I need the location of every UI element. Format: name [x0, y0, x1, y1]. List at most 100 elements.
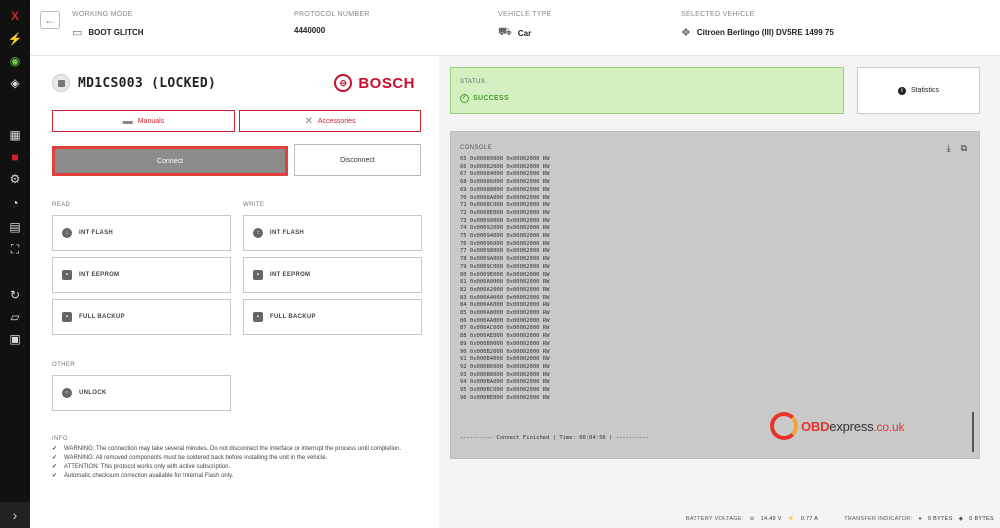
console-line: 69 0x00088000 0x00002000 RW: [460, 186, 550, 193]
chip-icon[interactable]: ■: [7, 150, 23, 164]
usb-icon[interactable]: ⚡: [7, 32, 23, 46]
console-line: 92 0x000B6000 0x00002000 RW: [460, 363, 550, 370]
unlock-button[interactable]: ○ UNLOCK: [52, 375, 231, 411]
console-line: 74 0x00092000 0x00002000 RW: [460, 225, 550, 232]
write-full-backup-label: FULL BACKUP: [270, 314, 316, 320]
protocol-value: 4440000: [294, 26, 326, 35]
status-box: STATUS ✓ SUCCESS: [450, 67, 844, 114]
console-line: 95 0x000BC000 0x00002000 RW: [460, 387, 550, 394]
info-item: ✓ ATTENTION: This protocol works only wit…: [52, 464, 231, 470]
console-line: 89 0x000B0000 0x00002000 RW: [460, 340, 550, 347]
working-mode-value: BOOT GLITCH: [88, 28, 144, 37]
console-line: 83 0x000A4000 0x00002000 RW: [460, 294, 550, 301]
back-button[interactable]: ←: [40, 11, 60, 29]
success-check-icon: ✓: [460, 94, 469, 103]
working-mode: WORKING MODE ▭ BOOT GLITCH: [72, 11, 144, 39]
info-icon: i: [897, 86, 906, 95]
read-int-eeprom-button[interactable]: ▪ INT EEPROM: [52, 257, 231, 293]
upload-arrow-icon: ●: [918, 516, 922, 522]
current-value: 0.77 A: [800, 516, 819, 522]
gauge-icon[interactable]: ◔: [7, 196, 23, 210]
popout-icon[interactable]: ⧉: [961, 143, 967, 154]
console-line: 78 0x0009A000 0x00002000 RW: [460, 256, 550, 263]
working-mode-label: WORKING MODE: [72, 11, 133, 18]
console-line: 73 0x00090000 0x00002000 RW: [460, 217, 550, 224]
console-line: 77 0x00098000 0x00002000 RW: [460, 248, 550, 255]
check-icon: ✓: [52, 455, 58, 461]
file-icon[interactable]: ▤: [7, 220, 23, 234]
write-full-backup-button[interactable]: ▪ FULL BACKUP: [243, 299, 422, 335]
read-int-flash-button[interactable]: ↓ INT FLASH: [52, 215, 231, 251]
expand-icon[interactable]: ⛶: [7, 242, 23, 256]
globe-icon[interactable]: ◉: [7, 54, 23, 68]
connect-button[interactable]: Connect: [52, 146, 288, 176]
transfer-up-value: 0 BYTES: [928, 516, 953, 522]
write-int-eeprom-button[interactable]: ▪ INT EEPROM: [243, 257, 422, 293]
check-icon: ✓: [52, 446, 58, 452]
obdexpress-logo-icon: [770, 412, 798, 440]
download-log-icon[interactable]: ⤓: [947, 143, 951, 154]
console-line: 81 0x000A0000 0x00002000 RW: [460, 279, 550, 286]
console-line: 94 0x000BA000 0x00002000 RW: [460, 379, 550, 386]
write-int-eeprom-label: INT EEPROM: [270, 272, 311, 278]
console-line: 93 0x000B8000 0x00002000 RW: [460, 371, 550, 378]
status-label: STATUS: [460, 79, 486, 85]
cube-icon[interactable]: ◈: [7, 76, 23, 90]
accessories-label: Accessories: [317, 117, 356, 125]
transfer-down-value: 0 BYTES: [969, 516, 994, 522]
console-line: 82 0x000A2000 0x00002000 RW: [460, 286, 550, 293]
status-panel: STATUS ✓ SUCCESS i Statistics CONSOLE ⤓ …: [439, 56, 1000, 510]
sidebar-collapse-button[interactable]: ›: [0, 502, 30, 528]
ecu-chip-icon: [52, 74, 70, 92]
battery-voltage-label: BATTERY VOLTAGE:: [685, 516, 744, 522]
console-line: 86 0x000AA000 0x00002000 RW: [460, 317, 550, 324]
history-icon[interactable]: ↻: [7, 288, 23, 302]
battery-voltage-value: 14.49 V: [760, 516, 782, 522]
protocol-label: PROTOCOL NUMBER: [294, 11, 370, 18]
console-line: 96 0x000BE000 0x00002000 RW: [460, 394, 550, 401]
eeprom-icon: ▪: [62, 270, 72, 280]
map-icon[interactable]: ▱: [7, 310, 23, 324]
protocol-number: PROTOCOL NUMBER 4440000: [294, 11, 370, 35]
console-panel[interactable]: CONSOLE ⤓ ⧉ 65 0x00080000 0x00002000 RW 6…: [450, 131, 980, 459]
upload-icon: ↑: [253, 228, 263, 238]
transfer-indicator-label: TRANSFER INDICATOR:: [844, 516, 913, 522]
read-section-label: READ: [52, 202, 71, 208]
selected-vehicle-value: Citroen Berlingo (III) DV5RE 1499 75: [696, 28, 834, 37]
left-sidebar: X ⚡ ◉ ◈ ▦ ■ ⚙ ◔ ▤ ⛶ ↻ ▱ ▣ ›: [0, 0, 30, 528]
write-section-label: WRITE: [243, 202, 265, 208]
download-arrow-icon: ◆: [958, 516, 964, 522]
grid-icon[interactable]: ▦: [7, 128, 23, 142]
check-icon: ✓: [52, 464, 58, 470]
read-full-backup-button[interactable]: ▪ FULL BACKUP: [52, 299, 231, 335]
console-line: 65 0x00080000 0x00002000 RW: [460, 156, 550, 162]
console-line: 75 0x00094000 0x00002000 RW: [460, 233, 550, 240]
check-icon: ✓: [52, 473, 58, 479]
manuals-button[interactable]: ▬ Manuals: [52, 110, 235, 132]
read-int-eeprom-label: INT EEPROM: [79, 272, 120, 278]
app-logo[interactable]: X: [4, 4, 26, 24]
vehicle-type-label: VEHICLE TYPE: [498, 11, 552, 18]
backup-icon: ▪: [253, 312, 263, 322]
console-finish-line: ---------- Connect Finished ( Time: 00:0…: [460, 435, 649, 441]
disconnect-button[interactable]: Disconnect: [294, 144, 421, 176]
info-item: ✓ WARNING: The connection may take severa…: [52, 446, 402, 452]
console-scrollbar[interactable]: [972, 412, 974, 452]
ecu-panel: MD1CS003 (LOCKED) ⊖ BOSCH ▬ Manuals ✕ Ac…: [30, 56, 439, 528]
tools-icon: ✕: [304, 115, 313, 127]
calendar-icon[interactable]: ▣: [7, 332, 23, 346]
console-line: 90 0x000B2000 0x00002000 RW: [460, 348, 550, 355]
other-section-label: OTHER: [52, 362, 75, 368]
current-icon: ⚡: [787, 516, 795, 522]
brand-logo-icon: ❖: [681, 27, 691, 39]
console-line: 68 0x00086000 0x00002000 RW: [460, 179, 550, 186]
statistics-button[interactable]: i Statistics: [857, 67, 980, 114]
accessories-button[interactable]: ✕ Accessories: [239, 110, 421, 132]
write-int-flash-button[interactable]: ↑ INT FLASH: [243, 215, 422, 251]
gear-icon[interactable]: ⚙: [7, 172, 23, 186]
console-line: 80 0x0009E000 0x00002000 RW: [460, 271, 550, 278]
status-value: ✓ SUCCESS: [460, 94, 509, 103]
console-line: 85 0x000A8000 0x00002000 RW: [460, 310, 550, 317]
console-line: 67 0x00084000 0x00002000 RW: [460, 171, 550, 178]
console-line: 88 0x000AE000 0x00002000 RW: [460, 333, 550, 340]
